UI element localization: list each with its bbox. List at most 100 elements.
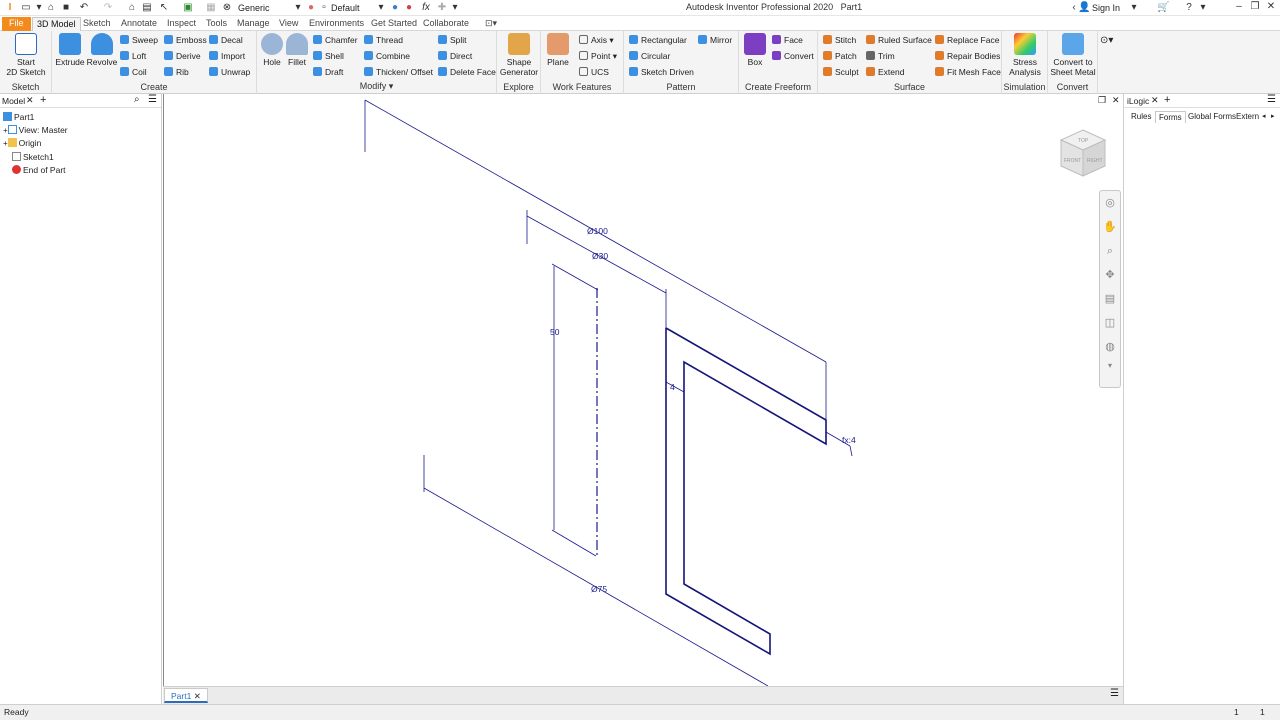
browser-add-icon[interactable]: + xyxy=(40,94,46,106)
convert-to-sheet-metal-button[interactable]: Convert to Sheet Metal xyxy=(1049,33,1097,77)
tab-tools[interactable]: Tools xyxy=(202,17,231,31)
ilogic-tab-rules[interactable]: Rules xyxy=(1128,111,1154,123)
tab-more-icon[interactable]: ⊡▾ xyxy=(481,17,501,31)
derive-button[interactable]: Derive xyxy=(164,49,201,63)
thread-button[interactable]: Thread xyxy=(364,33,403,47)
doctab-close-icon[interactable]: ✕ xyxy=(194,691,201,701)
dim-label-30[interactable]: Ø30 xyxy=(592,251,608,261)
convert-button[interactable]: Convert xyxy=(772,49,814,63)
adjust-icon[interactable]: ● xyxy=(389,2,401,14)
appearance-dropdown-icon[interactable]: ▾ xyxy=(375,2,387,14)
fillet-button[interactable]: Fillet xyxy=(284,33,310,67)
shell-button[interactable]: Shell xyxy=(313,49,344,63)
sketch-profile[interactable] xyxy=(665,327,827,656)
axis-button[interactable]: Axis ▾ xyxy=(579,33,614,47)
sketch-driven-pattern-button[interactable]: Sketch Driven xyxy=(629,65,694,79)
user-icon[interactable]: 👤 xyxy=(1078,2,1090,14)
revolve-button[interactable]: Revolve xyxy=(86,33,118,67)
sign-in-dropdown-icon[interactable]: ▾ xyxy=(1128,2,1140,14)
point-button[interactable]: Point ▾ xyxy=(579,49,617,63)
panel-title-modify[interactable]: Modify ▾ xyxy=(257,81,496,92)
coil-button[interactable]: Coil xyxy=(120,65,147,79)
rib-button[interactable]: Rib xyxy=(164,65,189,79)
patch-button[interactable]: Patch xyxy=(823,49,857,63)
stress-analysis-button[interactable]: Stress Analysis xyxy=(1005,33,1045,77)
help-icon[interactable]: ? xyxy=(1183,2,1195,14)
material-combo[interactable]: Generic xyxy=(238,1,300,15)
save-icon[interactable]: ■ xyxy=(60,2,72,14)
zoom-icon[interactable]: ⌕ xyxy=(1100,239,1120,263)
start-2d-sketch-button[interactable]: Start 2D Sketch xyxy=(6,33,46,77)
trim-button[interactable]: Trim xyxy=(866,49,895,63)
material-icon[interactable]: ⊗ xyxy=(221,2,233,14)
close-window-icon[interactable]: ✕ xyxy=(1262,1,1280,12)
tree-item-end-of-part[interactable]: End of Part xyxy=(12,164,66,176)
tab-3d-model[interactable]: 3D Model xyxy=(32,17,81,31)
material-dropdown-icon[interactable]: ▾ xyxy=(292,2,304,14)
tab-inspect[interactable]: Inspect xyxy=(163,17,200,31)
new-file-icon[interactable]: ▭ xyxy=(20,2,32,14)
sign-in-link[interactable]: Sign In xyxy=(1092,1,1120,15)
dim-label-4[interactable]: 4 xyxy=(670,382,675,392)
browser-tab-model[interactable]: Model xyxy=(2,96,25,106)
doctab-part1[interactable]: Part1 ✕ xyxy=(164,688,208,703)
ilogic-tab-global-forms[interactable]: Global Forms xyxy=(1185,111,1239,123)
inventor-logo-icon[interactable]: I xyxy=(4,2,16,14)
sketch-canvas[interactable]: Ø100 Ø30 50 4 Ø75 fx:4 xyxy=(164,94,1124,686)
tab-sketch[interactable]: Sketch xyxy=(79,17,115,31)
ilogic-add-icon[interactable]: + xyxy=(1164,94,1170,106)
canvas-restore-icon[interactable]: ❐ xyxy=(1098,95,1106,106)
canvas-close-icon[interactable]: ✕ xyxy=(1112,95,1120,106)
replace-face-button[interactable]: Replace Face xyxy=(935,33,999,47)
rectangular-pattern-button[interactable]: Rectangular xyxy=(629,33,687,47)
properties-icon[interactable]: ▤ xyxy=(141,2,153,14)
extrude-button[interactable]: Extrude xyxy=(55,33,85,67)
circular-pattern-button[interactable]: Circular xyxy=(629,49,670,63)
sweep-button[interactable]: Sweep xyxy=(120,33,158,47)
update-icon[interactable]: ▣ xyxy=(182,2,194,14)
qat-dropdown-icon[interactable]: ▾ xyxy=(449,2,461,14)
graphics-window[interactable]: Ø100 Ø30 50 4 Ø75 fx:4 ❐ ✕ TOP FRONT RIG… xyxy=(163,94,1123,686)
delete-face-button[interactable]: Delete Face xyxy=(438,65,496,79)
measure-icon[interactable]: ▦ xyxy=(205,2,217,14)
doctabs-menu-icon[interactable]: ☰ xyxy=(1110,688,1119,699)
unwrap-button[interactable]: Unwrap xyxy=(209,65,250,79)
tab-collaborate[interactable]: Collaborate xyxy=(419,17,473,31)
tab-view[interactable]: View xyxy=(275,17,302,31)
look-at-icon[interactable]: ▤ xyxy=(1100,287,1120,311)
face-button[interactable]: Face xyxy=(772,33,803,47)
clear-icon[interactable]: ● xyxy=(403,2,415,14)
tab-manage[interactable]: Manage xyxy=(233,17,274,31)
box-button[interactable]: Box xyxy=(743,33,767,67)
loft-button[interactable]: Loft xyxy=(120,49,146,63)
ilogic-tab-external[interactable]: Extern xyxy=(1233,111,1262,123)
plane-button[interactable]: Plane xyxy=(545,33,571,67)
repair-bodies-button[interactable]: Repair Bodies xyxy=(935,49,1000,63)
view-face-icon[interactable]: ◫ xyxy=(1100,311,1120,335)
import-button[interactable]: Import xyxy=(209,49,245,63)
ilogic-tab-scroll-right-icon[interactable]: ▸ xyxy=(1268,111,1278,123)
tree-item-sketch1[interactable]: Sketch1 xyxy=(12,151,54,163)
emboss-button[interactable]: Emboss xyxy=(164,33,207,47)
tree-item-view-master[interactable]: + View: Master xyxy=(3,124,68,136)
ilogic-menu-icon[interactable]: ☰ xyxy=(1267,94,1276,105)
ilogic-title[interactable]: iLogic xyxy=(1127,96,1149,106)
pan-icon[interactable]: ✋ xyxy=(1100,215,1120,239)
chamfer-button[interactable]: Chamfer xyxy=(313,33,358,47)
tab-environments[interactable]: Environments xyxy=(305,17,368,31)
stitch-button[interactable]: Stitch xyxy=(823,33,856,47)
direct-button[interactable]: Direct xyxy=(438,49,472,63)
navbar-options-icon[interactable]: ▾ xyxy=(1100,359,1120,373)
dim-label-50[interactable]: 50 xyxy=(550,327,560,337)
home-icon[interactable]: ⌂ xyxy=(126,2,138,14)
tab-annotate[interactable]: Annotate xyxy=(117,17,161,31)
redo-icon[interactable]: ↷ xyxy=(102,2,114,14)
hole-button[interactable]: Hole xyxy=(259,33,285,67)
open-icon[interactable]: ⌂ xyxy=(45,2,57,14)
mirror-button[interactable]: Mirror xyxy=(698,33,732,47)
fx-parameters-icon[interactable]: fx xyxy=(420,2,432,14)
tree-item-part1[interactable]: Part1 xyxy=(3,111,34,123)
shape-generator-button[interactable]: Shape Generator xyxy=(499,33,539,77)
sculpt-button[interactable]: Sculpt xyxy=(823,65,859,79)
tab-get-started[interactable]: Get Started xyxy=(367,17,421,31)
